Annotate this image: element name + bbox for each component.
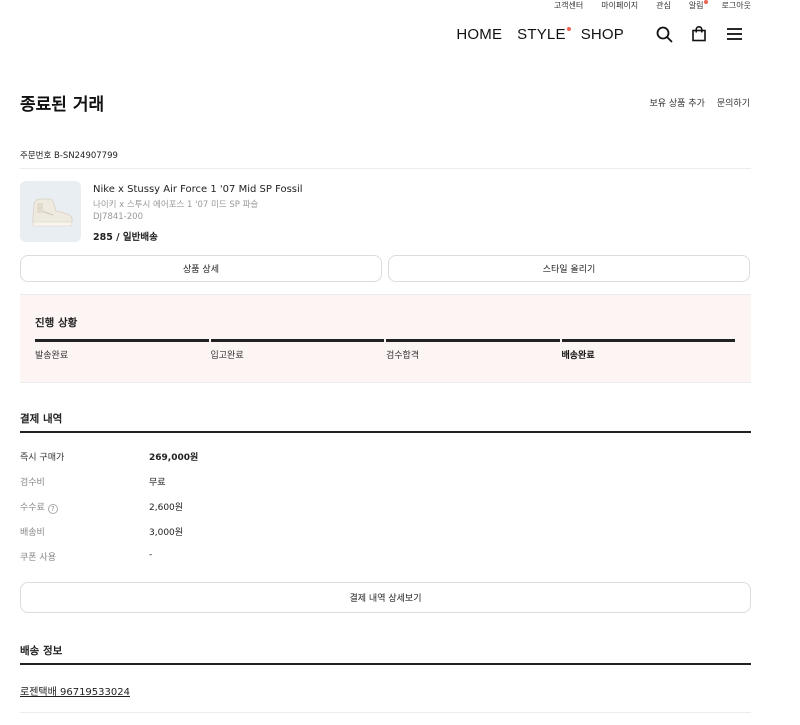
progress-step-bar: [386, 339, 560, 342]
help-icon[interactable]: ?: [47, 504, 58, 514]
util-link-logout[interactable]: 로그아웃: [722, 0, 751, 12]
progress-step: 입고완료: [210, 339, 384, 361]
payment-value: 무료: [149, 478, 166, 488]
progress-steps: 발송완료 입고완료 검수합격 배송완료: [35, 339, 735, 361]
payment-detail-button[interactable]: 결제 내역 상세보기: [20, 582, 751, 613]
product-code: DJ7841-200: [93, 212, 143, 222]
payment-label: 검수비: [20, 478, 45, 488]
tracking-number-link[interactable]: 로젠택배 96719533024: [20, 683, 130, 698]
product-image[interactable]: [20, 181, 81, 242]
progress-step-bar: [35, 339, 209, 342]
payment-section-title: 결제 내역: [20, 413, 63, 425]
payment-label: 쿠폰 사용: [20, 553, 56, 563]
util-link-wishlist[interactable]: 관심: [656, 0, 671, 12]
payment-label: 배송비: [20, 528, 45, 538]
progress-title: 진행 상황: [35, 317, 78, 329]
divider: [20, 168, 751, 169]
shopping-bag-icon[interactable]: [689, 24, 709, 44]
progress-step-label: 입고완료: [210, 351, 244, 361]
page-title: 종료된 거래: [20, 95, 105, 115]
payment-label: 즉시 구매가: [20, 453, 65, 463]
section-divider: [20, 431, 751, 433]
divider: [20, 712, 751, 713]
new-badge-dot: [566, 26, 571, 31]
nav-home[interactable]: HOME: [456, 26, 502, 43]
search-icon[interactable]: [654, 24, 674, 44]
payment-value: 3,000원: [149, 528, 184, 538]
payment-value: 269,000원: [149, 453, 199, 463]
progress-section: 진행 상황 발송완료 입고완료 검수합격 배송완료: [20, 295, 751, 382]
notification-dot: [703, 0, 708, 4]
divider: [20, 382, 751, 383]
inquiry-link[interactable]: 문의하기: [717, 96, 750, 109]
progress-step: 검수합격: [386, 339, 560, 361]
product-name-korean: 나이키 x 스투시 에어포스 1 '07 미드 SP 파슬: [93, 200, 259, 210]
util-link-notifications[interactable]: 알림: [688, 0, 708, 12]
product-option: 285 / 일반배송: [93, 232, 158, 243]
shipping-section-title: 배송 정보: [20, 645, 63, 657]
section-divider: [20, 663, 751, 665]
progress-step-label: 배송완료: [561, 351, 595, 361]
util-link-notifications-label: 알림: [688, 1, 704, 10]
title-actions: 보유 상품 추가 문의하기: [649, 96, 750, 109]
progress-step-label: 발송완료: [35, 351, 69, 361]
payment-label: 수수료: [20, 503, 45, 513]
payment-value: 2,600원: [149, 503, 184, 513]
add-owned-product-link[interactable]: 보유 상품 추가: [649, 96, 704, 109]
payment-value: -: [149, 550, 153, 560]
main-nav: HOME STYLE SHOP: [456, 22, 744, 46]
progress-step-label: 검수합격: [386, 351, 420, 361]
progress-step: 발송완료: [35, 339, 209, 361]
progress-step-bar: [561, 339, 735, 342]
product-detail-button[interactable]: 상품 상세: [20, 255, 382, 282]
progress-step-bar: [210, 339, 384, 342]
menu-icon[interactable]: [724, 24, 744, 44]
nav-shop[interactable]: SHOP: [581, 26, 624, 43]
utility-nav: 고객센터 마이페이지 관심 알림 로그아웃: [554, 0, 751, 12]
util-link-customer-center[interactable]: 고객센터: [554, 0, 583, 12]
product-name[interactable]: Nike x Stussy Air Force 1 '07 Mid SP Fos…: [93, 184, 303, 195]
progress-step-current: 배송완료: [561, 339, 735, 361]
nav-style-label: STYLE: [517, 25, 566, 43]
order-number: 주문번호 B-SN24907799: [20, 151, 118, 161]
post-style-button[interactable]: 스타일 올리기: [388, 255, 750, 282]
payment-label-wrap: 수수료?: [20, 500, 58, 514]
util-link-mypage[interactable]: 마이페이지: [601, 0, 638, 12]
nav-style[interactable]: STYLE: [517, 25, 571, 43]
